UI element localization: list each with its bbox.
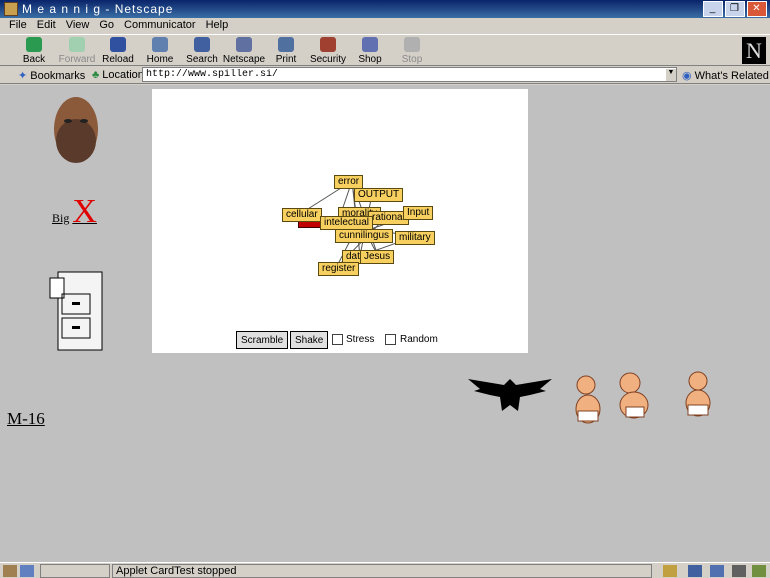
menu-help[interactable]: Help — [201, 18, 234, 34]
netscape-logo[interactable]: N — [742, 37, 766, 64]
search-icon — [194, 37, 210, 52]
big-x-link[interactable]: BigX — [52, 193, 97, 231]
back-arrow-icon — [26, 37, 42, 52]
stress-label: Stress — [346, 334, 375, 345]
menu-bar: File Edit View Go Communicator Help — [0, 18, 770, 34]
minimize-button[interactable]: _ — [703, 1, 723, 17]
connection-icon — [20, 565, 34, 577]
bookmarks-icon: ✦ — [18, 70, 28, 82]
graph-node[interactable]: cunnilingus — [335, 229, 394, 243]
maximize-button[interactable]: ❐ — [725, 1, 745, 17]
composer-icon[interactable] — [732, 565, 746, 577]
reload-icon — [110, 37, 126, 52]
location-label: ♣ Location: — [92, 69, 147, 81]
check-icon[interactable] — [752, 565, 766, 577]
shop-icon — [362, 37, 378, 52]
page-content: BigX M-16 error OUTPUT cellular morality rat… — [0, 85, 770, 562]
home-button[interactable]: Home — [138, 37, 182, 65]
graph-node[interactable]: military — [395, 231, 435, 245]
newsgroups-icon[interactable] — [710, 565, 724, 577]
print-icon — [278, 37, 294, 52]
m16-link[interactable]: M-16 — [7, 409, 45, 429]
netscape-icon — [236, 37, 252, 52]
forward-arrow-icon — [69, 37, 85, 52]
status-message: Applet CardTest stopped — [112, 564, 652, 578]
shake-button[interactable]: Shake — [290, 331, 329, 349]
graph-node[interactable]: cellular — [282, 208, 322, 222]
whats-related-icon: ◉ — [682, 70, 692, 82]
title-bar: M e a n n i g - Netscape _ ❐ ✕ — [0, 0, 770, 18]
menu-go[interactable]: Go — [94, 18, 119, 34]
reload-button[interactable]: Reload — [96, 37, 140, 65]
bearded-face-image — [54, 97, 98, 163]
random-label: Random — [400, 334, 438, 345]
graph-node[interactable]: register — [318, 262, 360, 276]
location-icon: ♣ — [92, 69, 100, 81]
menu-edit[interactable]: Edit — [32, 18, 61, 34]
security-lock-icon[interactable] — [3, 565, 17, 577]
progress-cell — [40, 564, 110, 578]
back-button[interactable]: Back — [12, 37, 56, 65]
cardtest-applet[interactable]: error OUTPUT cellular morality rational Input… — [152, 89, 528, 353]
big-x-letter: X — [72, 193, 97, 230]
home-icon — [152, 37, 168, 52]
netscape-app-icon — [4, 2, 18, 16]
eagle-image — [468, 379, 552, 411]
navigator-icon[interactable] — [663, 565, 677, 577]
navigation-toolbar: Back Forward Reload Home Search Netscape Print… — [0, 34, 770, 66]
graph-node[interactable]: Jesus — [360, 250, 395, 264]
menu-communicator[interactable]: Communicator — [119, 18, 201, 34]
netscape-button[interactable]: Netscape — [222, 37, 266, 65]
url-input[interactable] — [142, 67, 677, 82]
location-bar: ✦ Bookmarks ♣ Location: ▼ ◉ What's Relat… — [0, 66, 770, 84]
whats-related-button[interactable]: ◉ What's Related — [682, 69, 769, 82]
lock-icon — [320, 37, 336, 52]
filing-cabinet-image — [49, 271, 103, 351]
graph-node[interactable]: Input — [403, 206, 434, 220]
window-title: M e a n n i g - Netscape — [22, 2, 174, 16]
menu-file[interactable]: File — [4, 18, 32, 34]
random-checkbox[interactable] — [385, 334, 396, 345]
forward-button[interactable]: Forward — [55, 37, 99, 65]
status-bar: Applet CardTest stopped — [0, 562, 770, 578]
graph-node[interactable]: intelectual — [320, 216, 374, 230]
url-dropdown-button[interactable]: ▼ — [666, 69, 676, 81]
mail-icon[interactable] — [688, 565, 702, 577]
print-button[interactable]: Print — [264, 37, 308, 65]
menu-view[interactable]: View — [61, 18, 95, 34]
graph-node[interactable]: OUTPUT — [354, 188, 404, 202]
shop-button[interactable]: Shop — [348, 37, 392, 65]
stop-icon — [404, 37, 420, 52]
bookmarks-button[interactable]: ✦ Bookmarks — [18, 69, 85, 82]
stop-button[interactable]: Stop — [390, 37, 434, 65]
scramble-button[interactable]: Scramble — [236, 331, 289, 349]
dancing-babies-image — [575, 371, 711, 424]
search-button[interactable]: Search — [180, 37, 224, 65]
graph-node[interactable]: error — [334, 175, 364, 189]
security-button[interactable]: Security — [306, 37, 350, 65]
stress-checkbox[interactable] — [332, 334, 343, 345]
close-button[interactable]: ✕ — [747, 1, 767, 17]
